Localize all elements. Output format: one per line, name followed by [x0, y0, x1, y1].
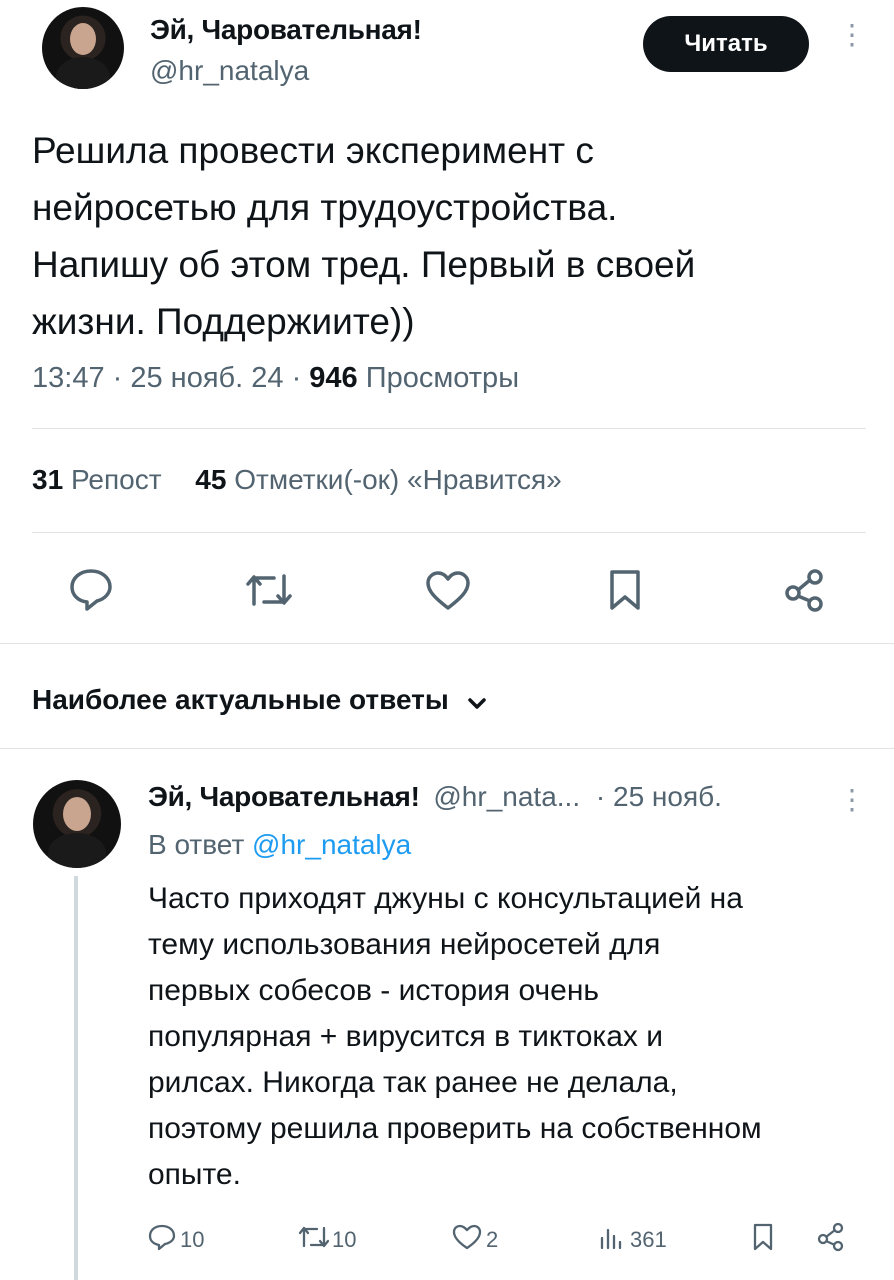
- reply-text-line: поэтому решила проверить на собственном: [148, 1112, 762, 1145]
- post-text-line: Решила провести эксперимент с: [32, 130, 594, 171]
- likes-label: Отметки(-ок) «Нравится»: [234, 464, 562, 495]
- bookmark-icon[interactable]: [752, 1222, 774, 1252]
- share-icon[interactable]: [782, 568, 826, 612]
- repost-icon: [298, 1224, 330, 1256]
- reply-text-line: опыте.: [148, 1158, 241, 1191]
- views-icon: [598, 1224, 624, 1256]
- reply-author-handle[interactable]: @hr_nata...: [433, 781, 580, 812]
- reply-to-handle-link[interactable]: @hr_natalya: [252, 829, 411, 860]
- divider: [32, 532, 866, 533]
- post-text-line: жизни. Поддержиите)): [32, 301, 415, 342]
- reply-repost-button[interactable]: 10: [298, 1224, 356, 1256]
- reposts-count: 31: [32, 464, 64, 495]
- views-label: Просмотры: [365, 362, 520, 394]
- post-meta: 13:47 · 25 нояб. 24 · 946 Просмотры: [32, 362, 520, 394]
- author-avatar[interactable]: [42, 7, 124, 89]
- reply-reposts-count: 10: [332, 1227, 357, 1252]
- share-icon[interactable]: [816, 1222, 846, 1252]
- like-icon[interactable]: [425, 570, 471, 612]
- post-date[interactable]: 25 нояб. 24: [130, 362, 283, 394]
- reply-icon: [148, 1224, 176, 1256]
- repost-icon[interactable]: [244, 570, 294, 610]
- follow-button[interactable]: Читать: [643, 16, 809, 72]
- post-time[interactable]: 13:47: [32, 362, 105, 394]
- more-options-icon[interactable]: ⋮: [838, 21, 866, 49]
- reply-text-line: популярная + вирусится в тиктоках и: [148, 1020, 663, 1053]
- divider: [0, 748, 894, 749]
- divider: [0, 643, 894, 644]
- reply-to-prefix: В ответ: [148, 829, 245, 860]
- reply-likes-count: 2: [486, 1227, 499, 1252]
- reply-author-avatar[interactable]: [33, 780, 121, 868]
- post-text-line: нейросетью для трудоустройства.: [32, 187, 618, 228]
- chevron-down-icon: [467, 686, 487, 718]
- reply-text-line: рилсах. Никогда так ранее не делала,: [148, 1066, 678, 1099]
- post-text: Решила провести эксперимент с нейросетью…: [32, 122, 872, 350]
- likes-count: 45: [195, 464, 227, 495]
- reply-like-button[interactable]: 2: [452, 1224, 498, 1256]
- reply-header: Эй, Чаровательная! @hr_nata... · 25 нояб…: [148, 781, 722, 813]
- reply-date[interactable]: · 25 нояб.: [596, 781, 722, 812]
- reply-views-button[interactable]: 361: [598, 1224, 667, 1256]
- thread-line: [74, 876, 78, 1280]
- author-name[interactable]: Эй, Чаровательная!: [150, 14, 422, 46]
- post-stats: 31 Репост 45 Отметки(-ок) «Нравится»: [32, 464, 562, 496]
- reply-author-name[interactable]: Эй, Чаровательная!: [148, 781, 420, 812]
- reply-text: Часто приходят джуны с консультацией на …: [148, 876, 878, 1198]
- post-text-line: Напишу об этом тред. Первый в своей: [32, 244, 696, 285]
- views-count: 946: [309, 362, 358, 394]
- reply-reply-button[interactable]: 10: [148, 1224, 204, 1256]
- reply-to: В ответ @hr_natalya: [148, 829, 411, 861]
- reply-icon[interactable]: [68, 568, 114, 612]
- reply-views-count: 361: [630, 1227, 667, 1252]
- reply-text-line: тему использования нейросетей для: [148, 928, 661, 961]
- like-icon: [452, 1224, 482, 1256]
- reposts-stat[interactable]: 31 Репост: [32, 464, 169, 495]
- divider: [32, 428, 866, 429]
- reply-text-line: первых собесов - история очень: [148, 974, 600, 1007]
- reposts-label: Репост: [70, 464, 162, 495]
- reply-text-line: Часто приходят джуны с консультацией на: [148, 882, 743, 915]
- reply-replies-count: 10: [180, 1227, 205, 1252]
- bookmark-icon[interactable]: [608, 568, 642, 612]
- author-handle[interactable]: @hr_natalya: [150, 55, 309, 87]
- reply-more-options-icon[interactable]: ⋮: [838, 786, 866, 814]
- replies-sort-button[interactable]: Наиболее актуальные ответы: [32, 684, 487, 718]
- likes-stat[interactable]: 45 Отметки(-ок) «Нравится»: [195, 464, 561, 495]
- replies-section-title: Наиболее актуальные ответы: [32, 684, 449, 715]
